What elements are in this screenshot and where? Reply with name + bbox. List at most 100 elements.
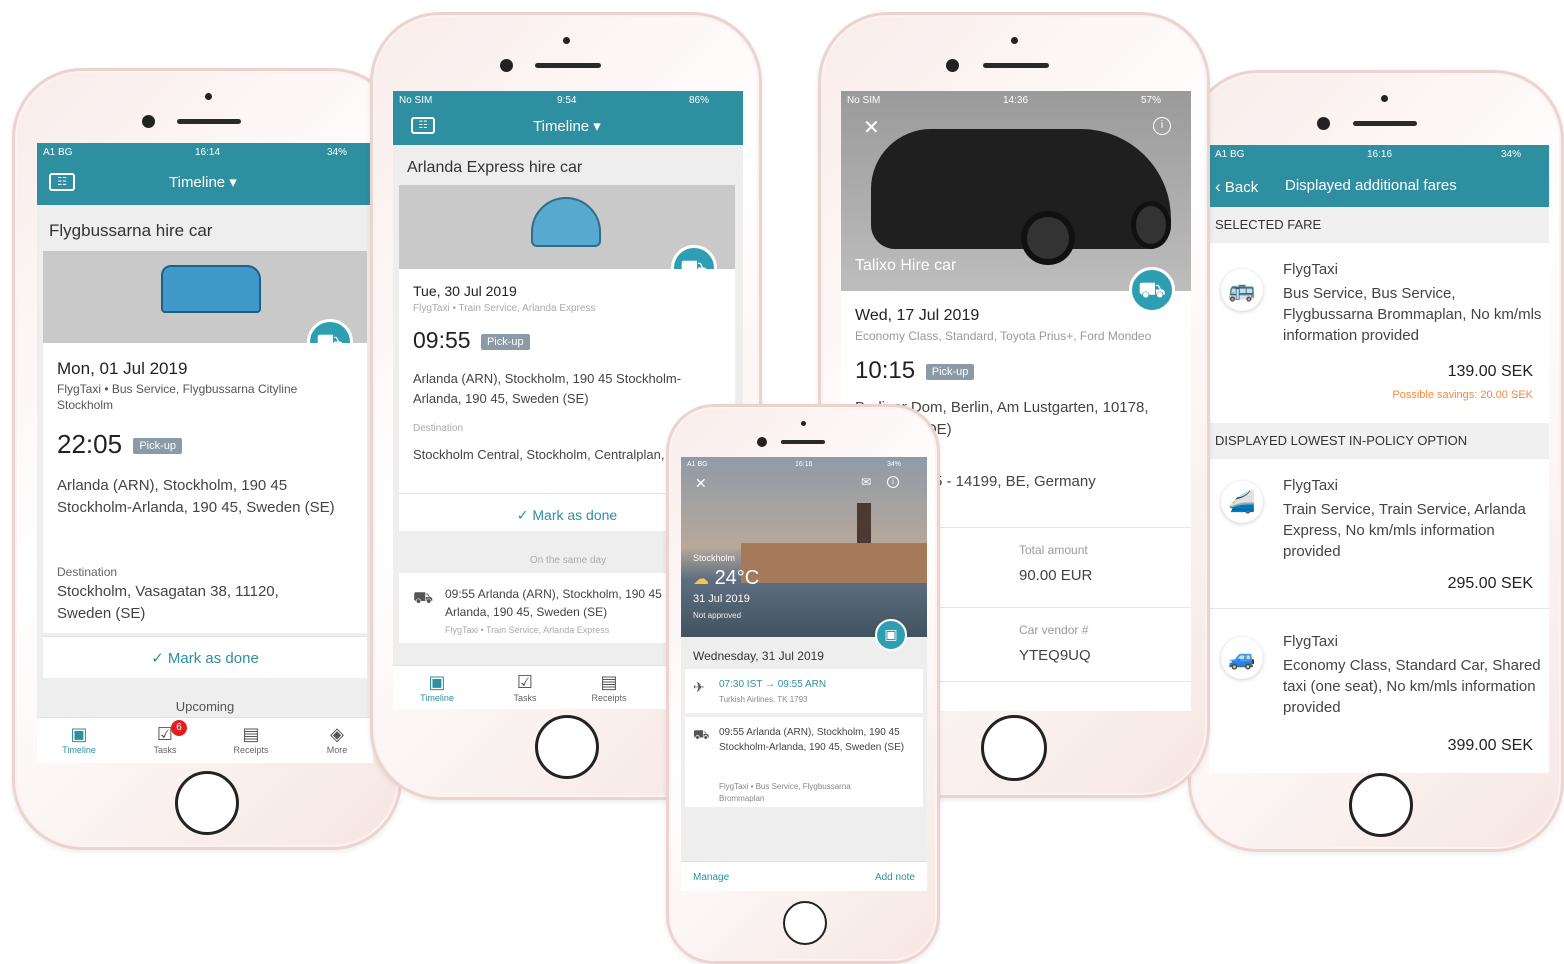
close-icon[interactable]: ✕ bbox=[863, 115, 880, 140]
battery: 57% bbox=[1141, 95, 1162, 106]
pickup-address: Arlanda (ARN), Stockholm, 190 45 Stockho… bbox=[57, 477, 335, 516]
total-amount-label: Total amount bbox=[1019, 543, 1088, 557]
status-bar: No SIM 9:54 86% bbox=[393, 91, 743, 109]
mark-as-done-button[interactable]: ✓ Mark as done bbox=[43, 649, 367, 667]
car-service-icon: ⛟ bbox=[693, 727, 710, 742]
fare-row[interactable]: 🚄 FlygTaxi Train Service, Train Service,… bbox=[1209, 459, 1549, 609]
nav-bar: ☷ Timeline ▾ bbox=[393, 115, 743, 143]
timeline-dropdown[interactable]: Timeline ▾ bbox=[533, 117, 601, 135]
front-camera bbox=[1317, 117, 1330, 130]
status-bar: A1 BG 16:16 34% bbox=[681, 457, 927, 475]
fare-description: Economy Class, Standard Car, Shared taxi… bbox=[1283, 657, 1541, 716]
tab-tasks[interactable]: ☑ Tasks 6 bbox=[143, 720, 187, 755]
nav-title: Displayed additional fares bbox=[1285, 177, 1457, 194]
info-icon[interactable]: i bbox=[887, 476, 899, 488]
more-icon: ◈ bbox=[330, 724, 344, 744]
trip-date: Wed, 17 Jul 2019 bbox=[855, 307, 980, 324]
lowest-option-header: DISPLAYED LOWEST IN-POLICY OPTION bbox=[1209, 423, 1549, 459]
buildings bbox=[741, 543, 927, 583]
bus-icon bbox=[161, 265, 261, 313]
add-note-button[interactable]: Add note bbox=[875, 872, 915, 883]
phone-frame-1: A1 BG 16:14 34% ☷ Timeline ▾ Flygbussarn… bbox=[12, 68, 402, 850]
battery: 34% bbox=[327, 147, 348, 158]
tab-tasks[interactable]: ☑ Tasks bbox=[501, 672, 549, 703]
upcoming-label: Upcoming bbox=[175, 699, 235, 714]
clock: 9:54 bbox=[557, 95, 577, 106]
close-icon[interactable]: ✕ bbox=[695, 475, 707, 492]
bus-icon: 🚌 bbox=[1221, 269, 1263, 311]
tab-label: Timeline bbox=[62, 745, 96, 755]
provider-text: Economy Class, Standard, Toyota Prius+, … bbox=[855, 329, 1152, 343]
approval-status: Not approved bbox=[693, 611, 742, 620]
carrier: No SIM bbox=[847, 95, 881, 106]
mail-icon[interactable]: ✉ bbox=[861, 475, 871, 489]
details-card: Mon, 01 Jul 2019 FlygTaxi • Bus Service,… bbox=[43, 343, 367, 633]
receipts-icon: ▤ bbox=[600, 672, 618, 692]
card-title: Flygbussarna hire car bbox=[49, 221, 213, 240]
tab-timeline[interactable]: ▣ Timeline bbox=[57, 724, 101, 755]
info-icon[interactable]: i bbox=[1153, 117, 1171, 135]
home-button[interactable] bbox=[535, 715, 599, 779]
mark-done-row: ✓ Mark as done bbox=[43, 636, 367, 678]
tab-timeline[interactable]: ▣ Timeline bbox=[413, 672, 461, 703]
temp-value: 24°C bbox=[714, 567, 760, 589]
weather-cloud-icon: ☁ bbox=[693, 571, 709, 588]
profile-card-icon[interactable]: ☷ bbox=[411, 117, 435, 134]
earpiece-speaker bbox=[535, 63, 601, 68]
fare-row[interactable]: 🚙 FlygTaxi Economy Class, Standard Car, … bbox=[1209, 615, 1549, 773]
clock: 16:14 bbox=[195, 147, 221, 158]
tab-more[interactable]: ◈ More bbox=[315, 724, 359, 755]
day-title: Wednesday, 31 Jul 2019 bbox=[693, 649, 824, 663]
transfer-sub: FlygTaxi • Bus Service, Flygbussarna Bro… bbox=[719, 782, 851, 803]
pickup-badge: Pick-up bbox=[133, 438, 182, 455]
earpiece-speaker bbox=[1353, 121, 1417, 126]
destination-label: Destination bbox=[57, 565, 118, 579]
destination-value: Stockholm, Vasagatan 38, 11120, Sweden (… bbox=[57, 583, 279, 622]
fare-provider: FlygTaxi bbox=[1283, 261, 1339, 278]
sensor-dot bbox=[1011, 37, 1018, 44]
manage-button[interactable]: Manage bbox=[693, 872, 729, 883]
luggage-fab[interactable]: ▣ bbox=[875, 619, 907, 651]
clock: 16:16 bbox=[1367, 149, 1393, 160]
battery: 34% bbox=[1501, 149, 1522, 160]
car-service-fab[interactable]: ⛟ bbox=[1129, 267, 1175, 313]
home-button[interactable] bbox=[981, 715, 1047, 781]
clock: 16:16 bbox=[795, 461, 813, 468]
receipts-icon: ▤ bbox=[242, 724, 260, 744]
timeline-dropdown[interactable]: Timeline ▾ bbox=[169, 173, 237, 191]
front-camera bbox=[500, 59, 513, 72]
phone5-screen: A1 BG 16:16 34% ✕ ✉ i Stockholm ☁ 24°C 3… bbox=[681, 457, 927, 891]
back-button[interactable]: ‹ Back bbox=[1215, 177, 1258, 197]
pickup-time: 10:15 Pick-up bbox=[855, 357, 975, 385]
sensor-dot bbox=[801, 421, 806, 426]
flight-item[interactable]: ✈ 07:30 IST → 09:55 ARN Turkish Airlines… bbox=[685, 669, 923, 713]
flight-sub: Turkish Airlines, TK 1793 bbox=[719, 695, 808, 704]
transfer-item[interactable]: ⛟ 09:55 Arlanda (ARN), Stockholm, 190 45… bbox=[685, 717, 923, 807]
car-vendor-value: YTEQ9UQ bbox=[1019, 647, 1091, 664]
phone4-screen: A1 BG 16:16 34% ‹ Back Displayed additio… bbox=[1209, 145, 1549, 773]
sensor-dot bbox=[1381, 95, 1388, 102]
phone-frame-5: A1 BG 16:16 34% ✕ ✉ i Stockholm ☁ 24°C 3… bbox=[666, 404, 940, 964]
nav-bar: ‹ Back Displayed additional fares bbox=[1209, 175, 1549, 205]
tab-receipts[interactable]: ▤ Receipts bbox=[585, 672, 633, 703]
phone-frame-4: A1 BG 16:16 34% ‹ Back Displayed additio… bbox=[1188, 70, 1564, 852]
car-service-icon: ⛟ bbox=[413, 590, 434, 607]
sensor-dot bbox=[205, 93, 212, 100]
timeline-icon: ▣ bbox=[70, 724, 88, 744]
tab-label: Tasks bbox=[153, 745, 177, 755]
home-button[interactable] bbox=[783, 901, 827, 945]
fare-provider: FlygTaxi bbox=[1283, 633, 1339, 650]
item-sub: FlygTaxi • Train Service, Arlanda Expres… bbox=[445, 625, 610, 635]
total-amount-value: 90.00 EUR bbox=[1019, 567, 1093, 584]
transfer-text: 09:55 Arlanda (ARN), Stockholm, 190 45 S… bbox=[719, 727, 905, 753]
tab-receipts[interactable]: ▤ Receipts bbox=[229, 724, 273, 755]
home-button[interactable] bbox=[175, 771, 239, 835]
carrier: A1 BG bbox=[1215, 149, 1245, 160]
front-camera bbox=[142, 115, 155, 128]
status-bar: No SIM 14:36 57% bbox=[841, 91, 1191, 109]
fare-row[interactable]: 🚌 FlygTaxi Bus Service, Bus Service, Fly… bbox=[1209, 243, 1549, 443]
home-button[interactable] bbox=[1349, 773, 1413, 837]
profile-card-icon[interactable]: ☷ bbox=[49, 173, 75, 191]
card-title: Arlanda Express hire car bbox=[407, 159, 583, 176]
time-value: 22:05 bbox=[57, 429, 123, 459]
